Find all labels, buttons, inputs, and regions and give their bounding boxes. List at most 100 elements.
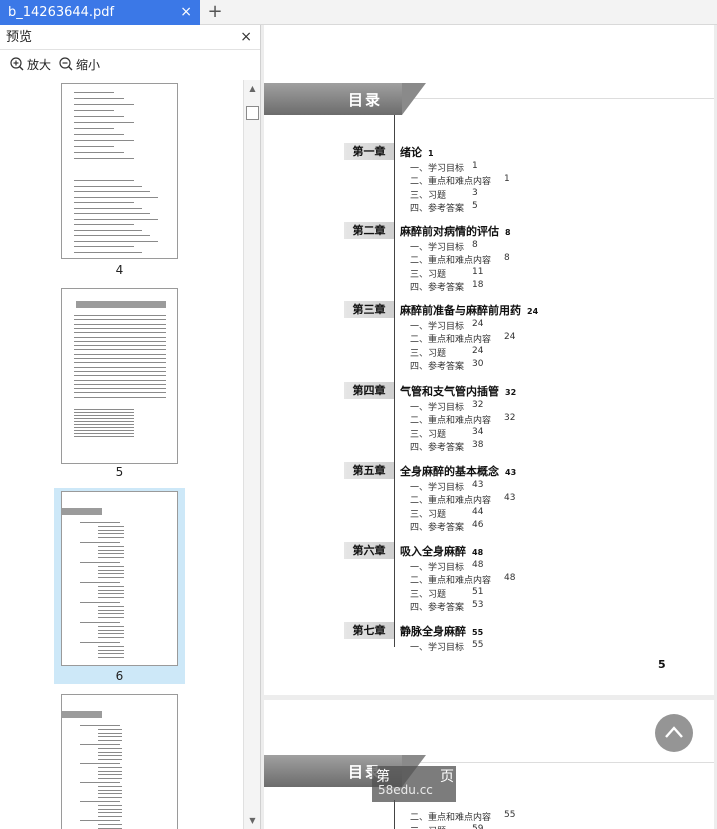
- toc-section[interactable]: 三、习题 3: [410, 188, 478, 201]
- toc-section[interactable]: 一、学习目标 43: [410, 480, 483, 493]
- section-label: 三、习题: [410, 589, 447, 600]
- toc-section[interactable]: 二、重点和难点内容 8: [410, 253, 510, 267]
- toc-section[interactable]: 二、重点和难点内容 32: [410, 413, 515, 426]
- sidebar-title: 预览: [6, 30, 33, 45]
- chapter-title: 绪论 1: [400, 144, 434, 160]
- tab-title: b_14263644.pdf: [8, 5, 115, 20]
- thumbnail-page-number: 4: [115, 263, 124, 277]
- toc-section[interactable]: 三、习题59: [410, 824, 483, 829]
- chapter-title-text: 气管和支气管内插管: [400, 385, 499, 398]
- toc-section[interactable]: 二、重点和难点内容 1: [410, 174, 510, 187]
- section-label: 二、重点和难点内容: [410, 576, 492, 587]
- chapter-title: 静脉全身麻醉 55: [400, 623, 483, 639]
- thumbnail-item-selected[interactable]: 6: [54, 488, 185, 684]
- chapter-tag: 第六章: [344, 542, 394, 559]
- scrollbar-thumb[interactable]: [246, 106, 259, 120]
- chapter-title: 气管和支气管内插管 32: [400, 383, 516, 399]
- section-label: 二、重点和难点内容: [410, 256, 492, 267]
- section-label: 三、习题: [410, 269, 447, 280]
- toc-section[interactable]: 二、重点和难点内容 48: [410, 573, 515, 587]
- zoom-in-button[interactable]: 放大: [10, 56, 51, 73]
- chevron-up-icon: [665, 726, 683, 738]
- section-page: 32: [472, 400, 484, 410]
- toc-section[interactable]: 四、参考答案 53: [410, 600, 483, 613]
- toc-section[interactable]: 一、学习目标 55: [410, 640, 483, 653]
- section-label: 三、习题: [410, 429, 447, 440]
- watermark-suffix: 页: [440, 769, 454, 785]
- tab-close-icon[interactable]: ×: [180, 0, 192, 25]
- chapter-title-text: 全身麻醉的基本概念: [400, 465, 499, 478]
- sidebar-scrollbar[interactable]: ▲ ▼: [243, 80, 260, 829]
- toc-section[interactable]: 一、学习目标 48: [410, 560, 483, 573]
- chapter-title: 麻醉前对病情的评估 8: [400, 223, 511, 239]
- chapter-tag: 第三章: [344, 301, 394, 318]
- toc-section[interactable]: 二、重点和难点内容 24: [410, 332, 515, 345]
- chapter-tag: 第二章: [344, 222, 394, 239]
- chapter-tag: 第四章: [344, 382, 394, 399]
- toc-section[interactable]: 三、习题 34: [410, 427, 483, 440]
- section-page: 3: [472, 187, 478, 198]
- chapter-title: 麻醉前准备与麻醉前用药 24: [400, 302, 538, 318]
- thumbnail-item[interactable]: [54, 694, 185, 829]
- toc-section[interactable]: 三、习题 51: [410, 587, 483, 600]
- toc-section[interactable]: 一、学习目标 32: [410, 400, 483, 413]
- section-page: 8: [472, 240, 478, 250]
- thumbnail-page-image: [61, 694, 178, 829]
- watermark: 第 页 58edu.cc: [372, 766, 456, 802]
- section-label: 一、学习目标: [410, 483, 465, 493]
- chapter-tag: 第七章: [344, 622, 394, 639]
- section-page: 18: [472, 279, 484, 290]
- chapter-page: 43: [505, 468, 517, 477]
- toc-section[interactable]: 三、习题 44: [410, 507, 483, 520]
- document-viewer[interactable]: 目录 第一章 绪论 1 一、学习目标 1 二、重点和难点内容 1 三、习题 3 四、参考答案 5 第二…: [261, 25, 717, 829]
- zoom-out-icon: [59, 57, 73, 71]
- section-page: 24: [472, 345, 484, 356]
- toc-section[interactable]: 一、学习目标 1: [410, 161, 478, 174]
- thumbnail-list: 4 5 6: [0, 80, 243, 829]
- section-page: 55: [472, 640, 484, 650]
- toc-section[interactable]: 三、习题 24: [410, 346, 483, 359]
- scroll-up-icon[interactable]: ▲: [244, 80, 261, 97]
- toc-banner-label: 目录: [348, 91, 383, 109]
- section-page: 55: [504, 810, 516, 820]
- chapter-title-text: 麻醉前对病情的评估: [400, 225, 499, 238]
- new-tab-button[interactable]: +: [205, 0, 225, 25]
- toc-section[interactable]: 二、重点和难点内容 55: [410, 810, 515, 823]
- chapter-tag: 第五章: [344, 462, 394, 479]
- toc-section[interactable]: 三、习题 11: [410, 267, 483, 280]
- zoom-out-button[interactable]: 缩小: [59, 56, 100, 73]
- section-page: 34: [472, 426, 484, 437]
- thumbnail-page-image: [61, 491, 178, 666]
- section-page: 43: [504, 493, 516, 504]
- section-page: 48: [472, 560, 484, 570]
- toc-section[interactable]: 二、重点和难点内容 43: [410, 493, 515, 506]
- thumbnail-item[interactable]: 5: [54, 285, 185, 485]
- sidebar-header: 预览 ×: [0, 25, 260, 50]
- section-page: 1: [472, 161, 478, 171]
- toc-section[interactable]: 四、参考答案 5: [410, 201, 478, 214]
- section-label: 一、学习目标: [410, 643, 465, 653]
- toc-section[interactable]: 四、参考答案 18: [410, 280, 483, 293]
- toc-vertical-line: [394, 115, 395, 647]
- toc-section[interactable]: 一、学习目标 8: [410, 240, 478, 253]
- chapter-title: 全身麻醉的基本概念 43: [400, 463, 516, 479]
- chapter-title: 吸入全身麻醉 48: [400, 543, 483, 559]
- toc-section[interactable]: 四、参考答案 30: [410, 359, 483, 372]
- thumbnail-page-image: [61, 288, 178, 464]
- section-page: 24: [504, 332, 516, 343]
- section-label: 四、参考答案: [410, 203, 465, 214]
- toc-section[interactable]: 四、参考答案 38: [410, 440, 483, 453]
- toc-section[interactable]: 四、参考答案 46: [410, 520, 483, 533]
- toc-section[interactable]: 一、学习目标 24: [410, 319, 483, 332]
- toc-vertical-line: [394, 800, 395, 829]
- preview-sidebar: 预览 × 放大 缩小 4 5 6 ▲ ▼: [0, 25, 261, 829]
- scroll-to-top-button[interactable]: [655, 714, 693, 752]
- chapter-page: 24: [527, 307, 539, 316]
- thumbnail-item[interactable]: 4: [54, 80, 185, 280]
- section-label: 四、参考答案: [410, 442, 465, 453]
- tab-document[interactable]: b_14263644.pdf ×: [0, 0, 200, 25]
- scroll-down-icon[interactable]: ▼: [244, 812, 261, 829]
- section-page: 53: [472, 599, 484, 610]
- sidebar-close-icon[interactable]: ×: [240, 25, 252, 50]
- section-label: 四、参考答案: [410, 361, 465, 372]
